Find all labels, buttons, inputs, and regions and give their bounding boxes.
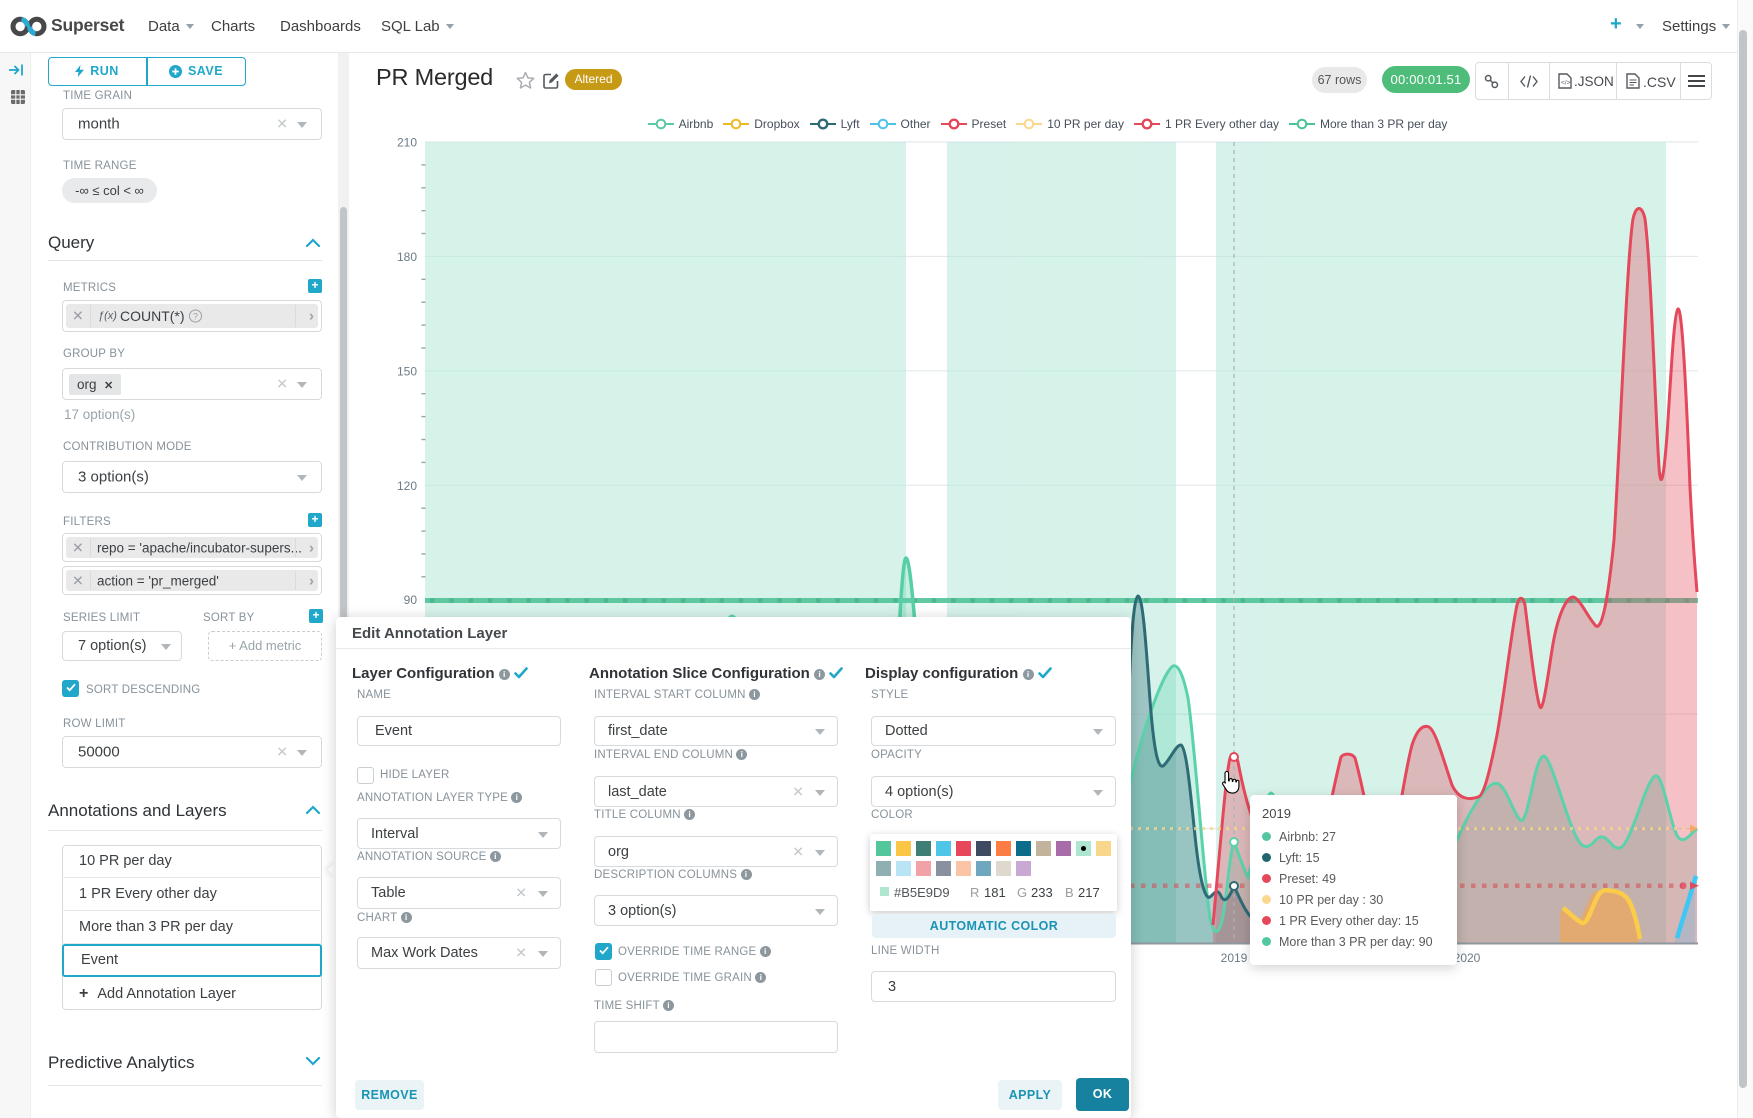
svg-text:2020: 2020 bbox=[1454, 951, 1481, 965]
svg-text:90: 90 bbox=[404, 593, 418, 607]
svg-text:150: 150 bbox=[397, 364, 417, 378]
svg-text:2019: 2019 bbox=[1221, 951, 1248, 965]
svg-text:180: 180 bbox=[397, 250, 417, 264]
svg-text:210: 210 bbox=[397, 136, 417, 150]
svg-text:120: 120 bbox=[397, 479, 417, 493]
